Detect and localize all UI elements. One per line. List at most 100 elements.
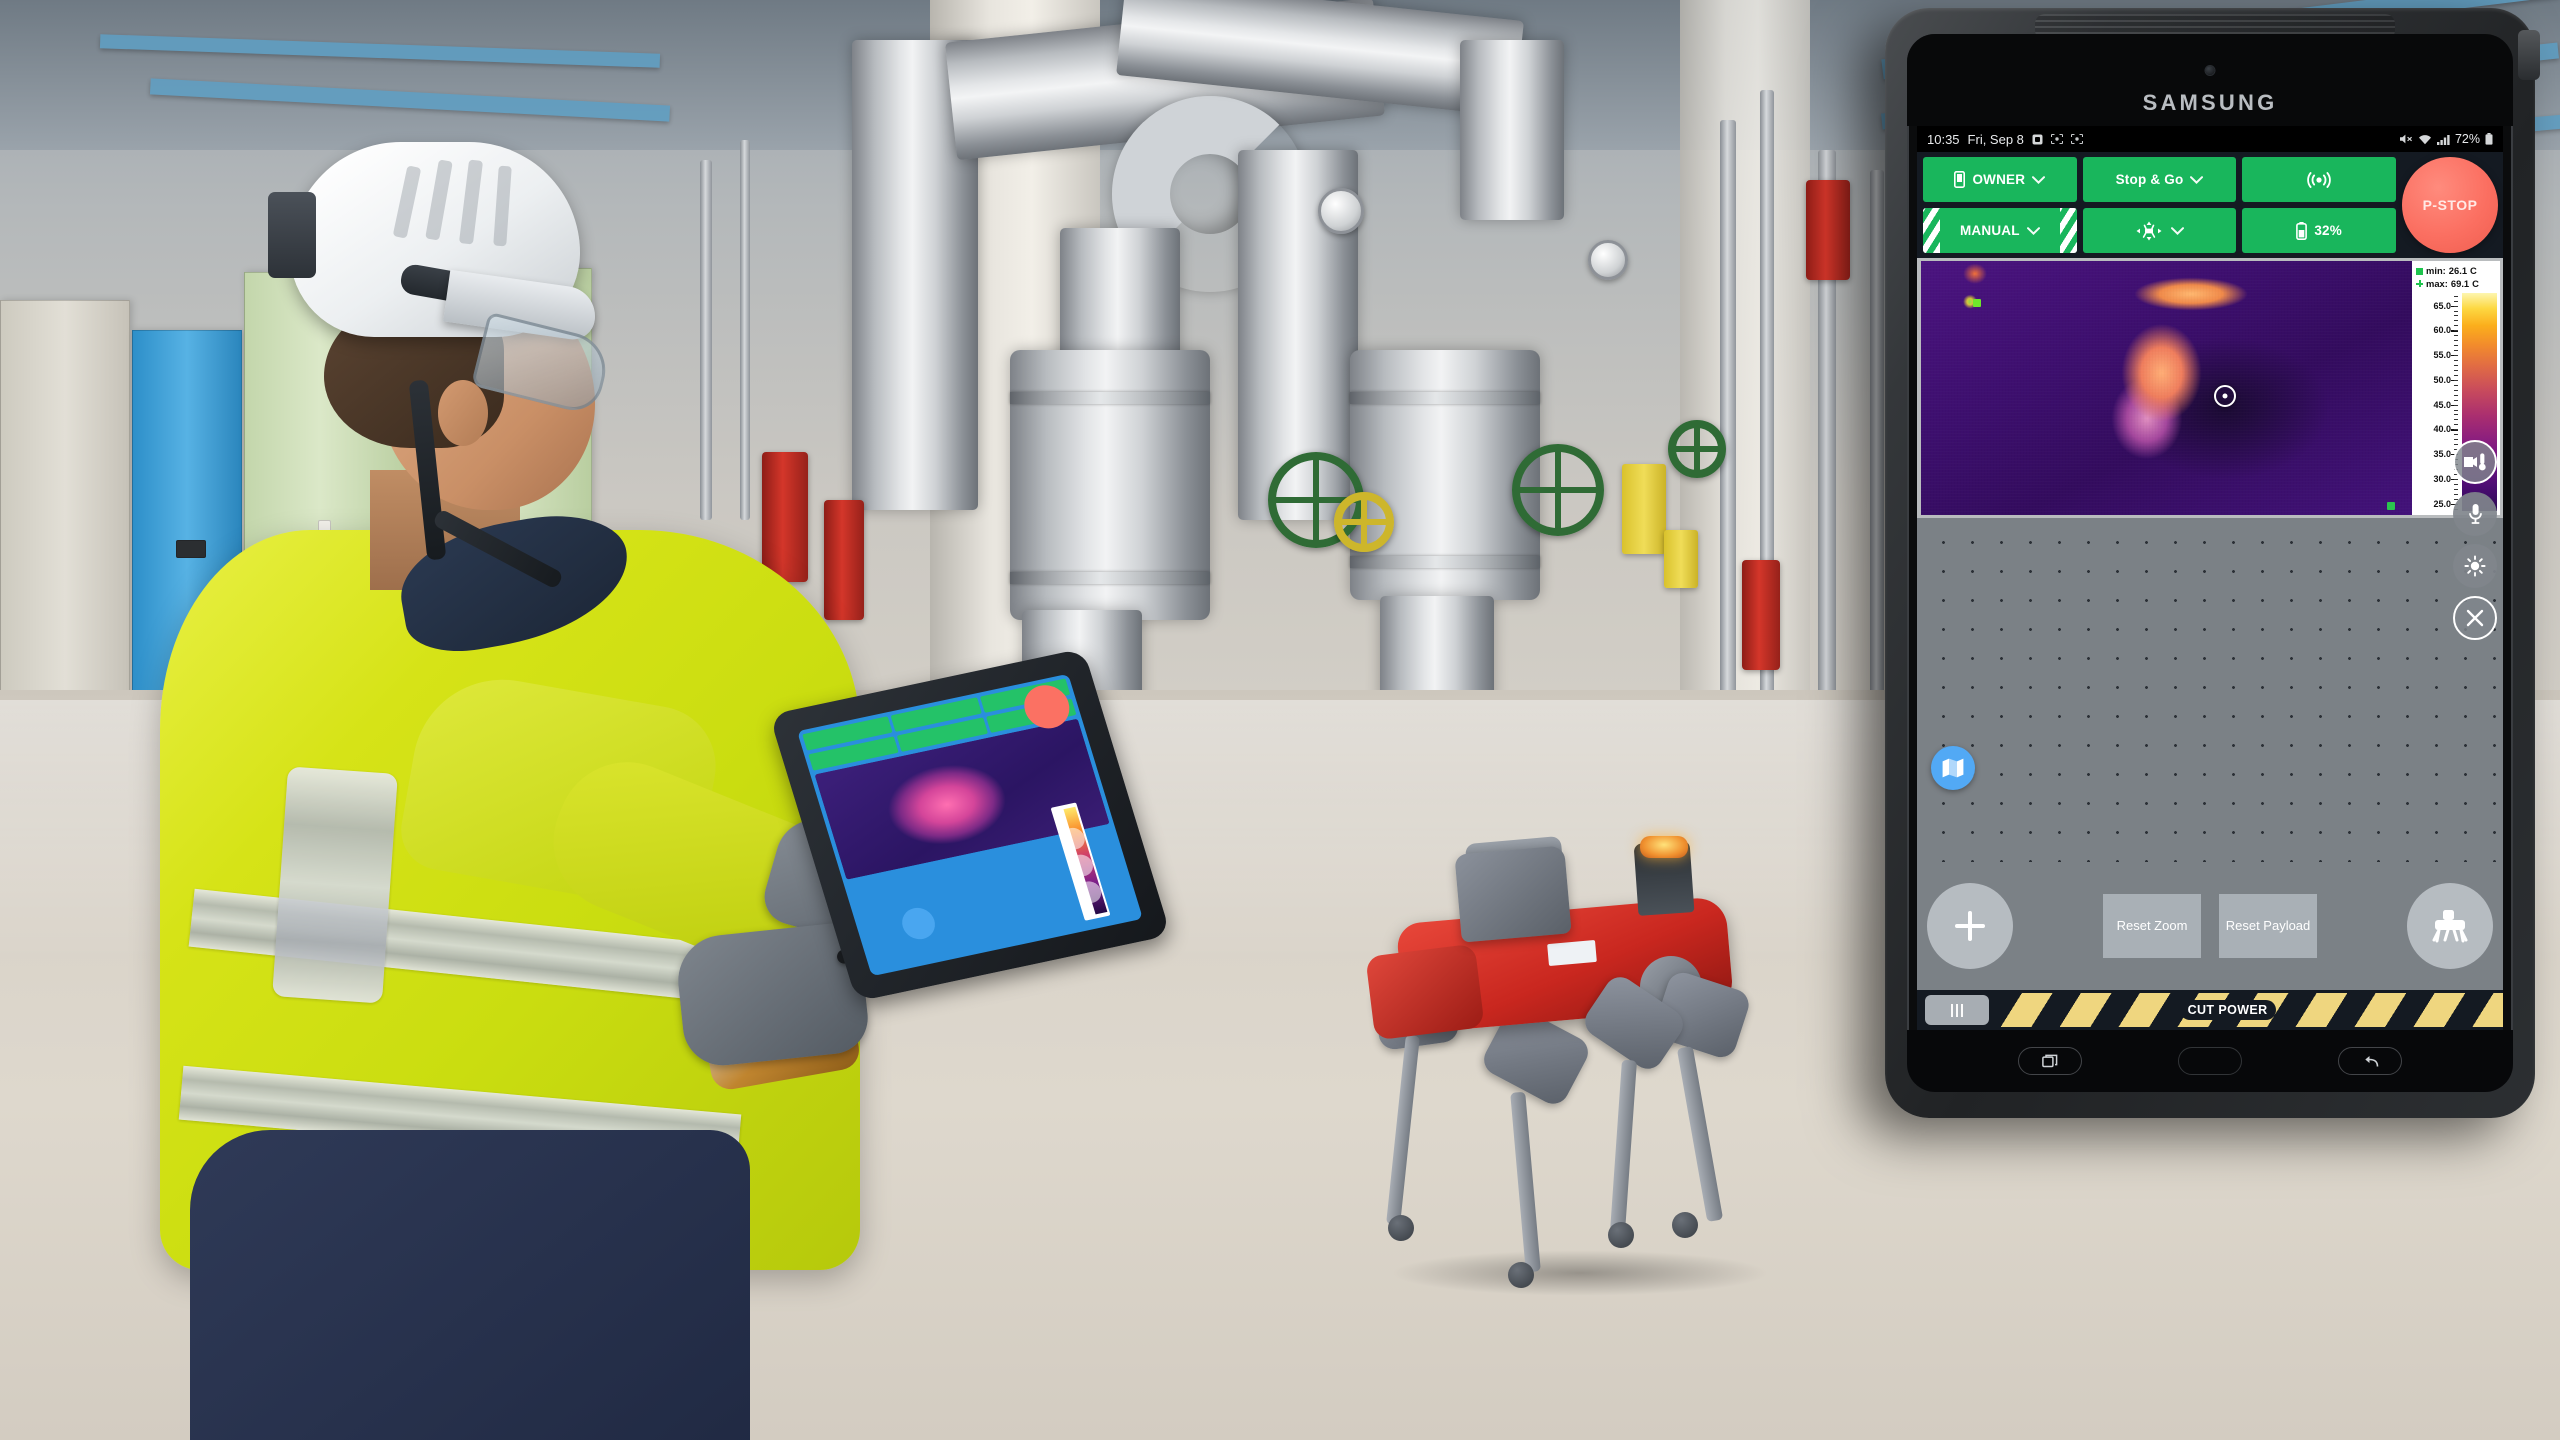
reset-zoom-button[interactable]: Reset Zoom <box>2103 894 2201 958</box>
wifi-icon <box>2418 134 2432 145</box>
robot-shadow <box>1390 1250 1770 1296</box>
pressure-gauge <box>1588 240 1628 280</box>
thermal-min-row: min: 26.1 C <box>2416 265 2497 278</box>
plus-icon <box>1955 911 1985 941</box>
battery-icon <box>2485 133 2493 145</box>
work-trousers <box>190 1130 750 1440</box>
chevron-down-icon <box>2171 226 2185 235</box>
map-pad-area[interactable] <box>1917 440 2503 862</box>
colorbar-minor-tick <box>2454 419 2458 421</box>
battery-icon <box>2296 221 2308 240</box>
robot-dog-icon <box>2432 910 2468 943</box>
robot-leg <box>1386 1034 1420 1226</box>
robot-foot <box>1388 1215 1414 1241</box>
thermal-max-row: max: 69.1 C <box>2416 278 2497 291</box>
brightness-icon-button[interactable] <box>2453 544 2497 588</box>
pipe-band <box>1010 392 1210 404</box>
manual-mode-label: MANUAL <box>1959 223 2020 238</box>
max-label: max: <box>2426 277 2448 289</box>
tablet-body: SAMSUNG 10:35 Fri, Sep 8 72% OWNER Stop … <box>1907 34 2513 1092</box>
service-pipe <box>1720 120 1736 740</box>
insulated-pipe <box>1460 40 1564 220</box>
manual-mode-button[interactable]: MANUAL <box>1923 208 2077 253</box>
case-side-button[interactable] <box>2518 30 2540 80</box>
android-nav-bar <box>1907 1030 2513 1092</box>
menu-bar <box>1961 1003 1963 1017</box>
control-button-grid: OWNER Stop & Go MANUAL 32% <box>1923 157 2396 253</box>
pipe-band <box>1350 556 1540 568</box>
valve-handwheel <box>1512 444 1604 536</box>
colorbar-minor-tick <box>2454 350 2458 352</box>
handheld-map-button <box>898 904 939 943</box>
samsung-logo: SAMSUNG <box>2142 90 2278 115</box>
connectivity-button[interactable] <box>2242 157 2396 202</box>
colorbar-minor-tick <box>2454 355 2458 357</box>
stop-and-go-button[interactable]: Stop & Go <box>2082 157 2237 202</box>
thermal-camera-icon-button[interactable] <box>2453 440 2497 484</box>
menu-bar <box>1956 1003 1958 1017</box>
cast-icon <box>2050 134 2063 144</box>
close-icon-button[interactable] <box>2453 596 2497 640</box>
colorbar-tick-label: 65.0 <box>2433 300 2451 311</box>
robot-battery-label: 32% <box>2314 223 2342 238</box>
colorbar-tick-label: 35.0 <box>2433 449 2451 460</box>
colorbar-minor-tick <box>2454 310 2458 312</box>
colorbar-minor-tick <box>2454 384 2458 386</box>
helmet-lamp-mount <box>268 192 316 278</box>
colorbar-minor-tick <box>2454 364 2458 366</box>
home-button[interactable] <box>2178 1047 2242 1075</box>
top-control-panel: OWNER Stop & Go MANUAL 32% P-STOP <box>1917 152 2503 258</box>
ear <box>438 380 488 446</box>
reset-payload-button[interactable]: Reset Payload <box>2219 894 2317 958</box>
colorbar-minor-tick <box>2454 374 2458 376</box>
robot-pose-button[interactable] <box>2082 208 2237 253</box>
front-camera-icon <box>2205 66 2215 75</box>
quadruped-robot <box>1340 830 1840 1320</box>
back-icon <box>2365 1055 2379 1067</box>
mute-icon <box>2399 133 2413 145</box>
thermal-noise-overlay <box>1921 261 2412 515</box>
colorbar-minor-tick <box>2454 305 2458 307</box>
colorbar-minor-tick <box>2454 345 2458 347</box>
status-time: 10:35 <box>1927 131 1960 147</box>
robot-foot <box>1508 1262 1534 1288</box>
cut-power-label[interactable]: CUT POWER <box>2179 1000 2276 1020</box>
red-valve <box>1806 180 1850 280</box>
owner-button[interactable]: OWNER <box>1923 157 2077 202</box>
min-unit: C <box>2470 265 2477 276</box>
status-right: 72% <box>2399 132 2493 146</box>
min-value: 26.1 <box>2448 265 2468 276</box>
cut-power-bar: CUT POWER <box>1917 990 2503 1030</box>
robot-leg <box>1510 1091 1541 1273</box>
status-battery-percent: 72% <box>2454 132 2480 146</box>
chevron-down-icon <box>2026 226 2040 235</box>
robot-control-button[interactable] <box>2407 883 2493 969</box>
control-box <box>1622 464 1666 554</box>
add-waypoint-button[interactable] <box>1927 883 2013 969</box>
map-button[interactable] <box>1931 746 1975 790</box>
samsung-rugged-tablet: SAMSUNG 10:35 Fri, Sep 8 72% OWNER Stop … <box>1885 8 2540 1118</box>
robot-battery-button[interactable]: 32% <box>2242 208 2396 253</box>
robot-head <box>1365 943 1485 1041</box>
colorbar-tick-label: 30.0 <box>2433 473 2451 484</box>
colorbar-minor-tick <box>2454 429 2458 431</box>
emergency-stop-button[interactable]: P-STOP <box>2402 157 2498 253</box>
colorbar-minor-tick <box>2454 424 2458 426</box>
thermal-camera-view[interactable] <box>1921 261 2412 515</box>
back-button[interactable] <box>2338 1047 2402 1075</box>
microphone-icon-button[interactable] <box>2453 492 2497 536</box>
menu-bar <box>1951 1003 1953 1017</box>
thermal-spot-target[interactable] <box>2214 384 2237 407</box>
recents-button[interactable] <box>2018 1047 2082 1075</box>
menu-bars-button[interactable] <box>1925 995 1989 1025</box>
colorbar-tick-label: 25.0 <box>2433 498 2451 509</box>
colorbar-minor-tick <box>2454 369 2458 371</box>
tablet-bezel-top: SAMSUNG <box>1907 34 2513 126</box>
map-icon <box>1942 758 1964 778</box>
recents-icon <box>2042 1054 2058 1068</box>
thermal-max-marker <box>1972 299 1981 308</box>
colorbar-minor-tick <box>2454 399 2458 401</box>
cast-icon <box>2070 134 2083 144</box>
colorbar-minor-tick <box>2454 340 2458 342</box>
robot-foot <box>1608 1222 1634 1248</box>
